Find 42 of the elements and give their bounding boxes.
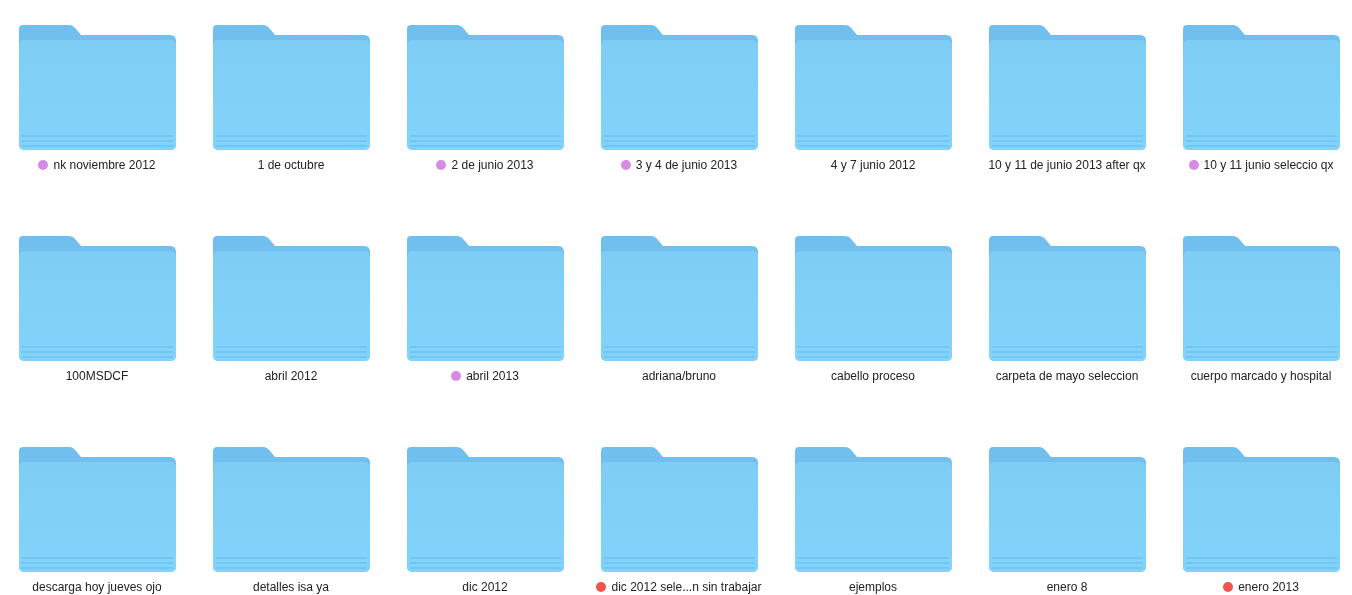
folder-icon[interactable]	[406, 447, 564, 572]
folder-icon[interactable]	[794, 25, 952, 150]
folder-name: dic 2012 sele...n sin trabajar	[611, 580, 762, 594]
folder-name: 100MSDCF	[65, 369, 129, 383]
folder-icon[interactable]	[212, 236, 370, 361]
folder-name: carpeta de mayo seleccion	[995, 369, 1139, 383]
folder-icon[interactable]	[600, 236, 758, 361]
folder-name: enero 2013	[1238, 580, 1299, 594]
folder-name: 1 de octubre	[257, 158, 325, 172]
folder-name: nk noviembre 2012	[53, 158, 156, 172]
folder-name: ejemplos	[849, 580, 897, 594]
folder-name: abril 2012	[264, 369, 318, 383]
folder-icon[interactable]	[794, 447, 952, 572]
folder-icon[interactable]	[1182, 236, 1340, 361]
folder-icon[interactable]	[988, 236, 1146, 361]
folder-icon[interactable]	[212, 447, 370, 572]
folder-name: 10 y 11 de junio 2013 after qx	[988, 158, 1146, 172]
folder-icon[interactable]	[406, 25, 564, 150]
folder-name: 4 y 7 junio 2012	[830, 158, 916, 172]
folder-icon[interactable]	[988, 447, 1146, 572]
folder-icon[interactable]	[18, 25, 176, 150]
folder-icon[interactable]	[406, 236, 564, 361]
folder-name: adriana/bruno	[641, 369, 717, 383]
folder-icon[interactable]	[600, 25, 758, 150]
folder-name: 10 y 11 junio seleccio qx	[1203, 158, 1334, 172]
folder-name: detalles isa ya	[252, 580, 329, 594]
folder-icon[interactable]	[212, 25, 370, 150]
folder-name: enero 8	[1046, 580, 1088, 594]
folder-name: descarga hoy jueves ojo	[32, 580, 162, 594]
folder-icon[interactable]	[988, 25, 1146, 150]
folder-icon[interactable]	[600, 447, 758, 572]
folder-icon[interactable]	[1182, 447, 1340, 572]
folder-icon[interactable]	[794, 236, 952, 361]
folder-icon[interactable]	[18, 236, 176, 361]
folder-name: cabello proceso	[830, 369, 916, 383]
folder-icon[interactable]	[18, 447, 176, 572]
folder-icon[interactable]	[1182, 25, 1340, 150]
folder-name: 2 de junio 2013	[451, 158, 534, 172]
folder-name: abril 2013	[466, 369, 519, 383]
folder-name: cuerpo marcado y hospital	[1190, 369, 1332, 383]
folder-name: 3 y 4 de junio 2013	[635, 158, 738, 172]
folder-name: dic 2012	[462, 580, 508, 594]
